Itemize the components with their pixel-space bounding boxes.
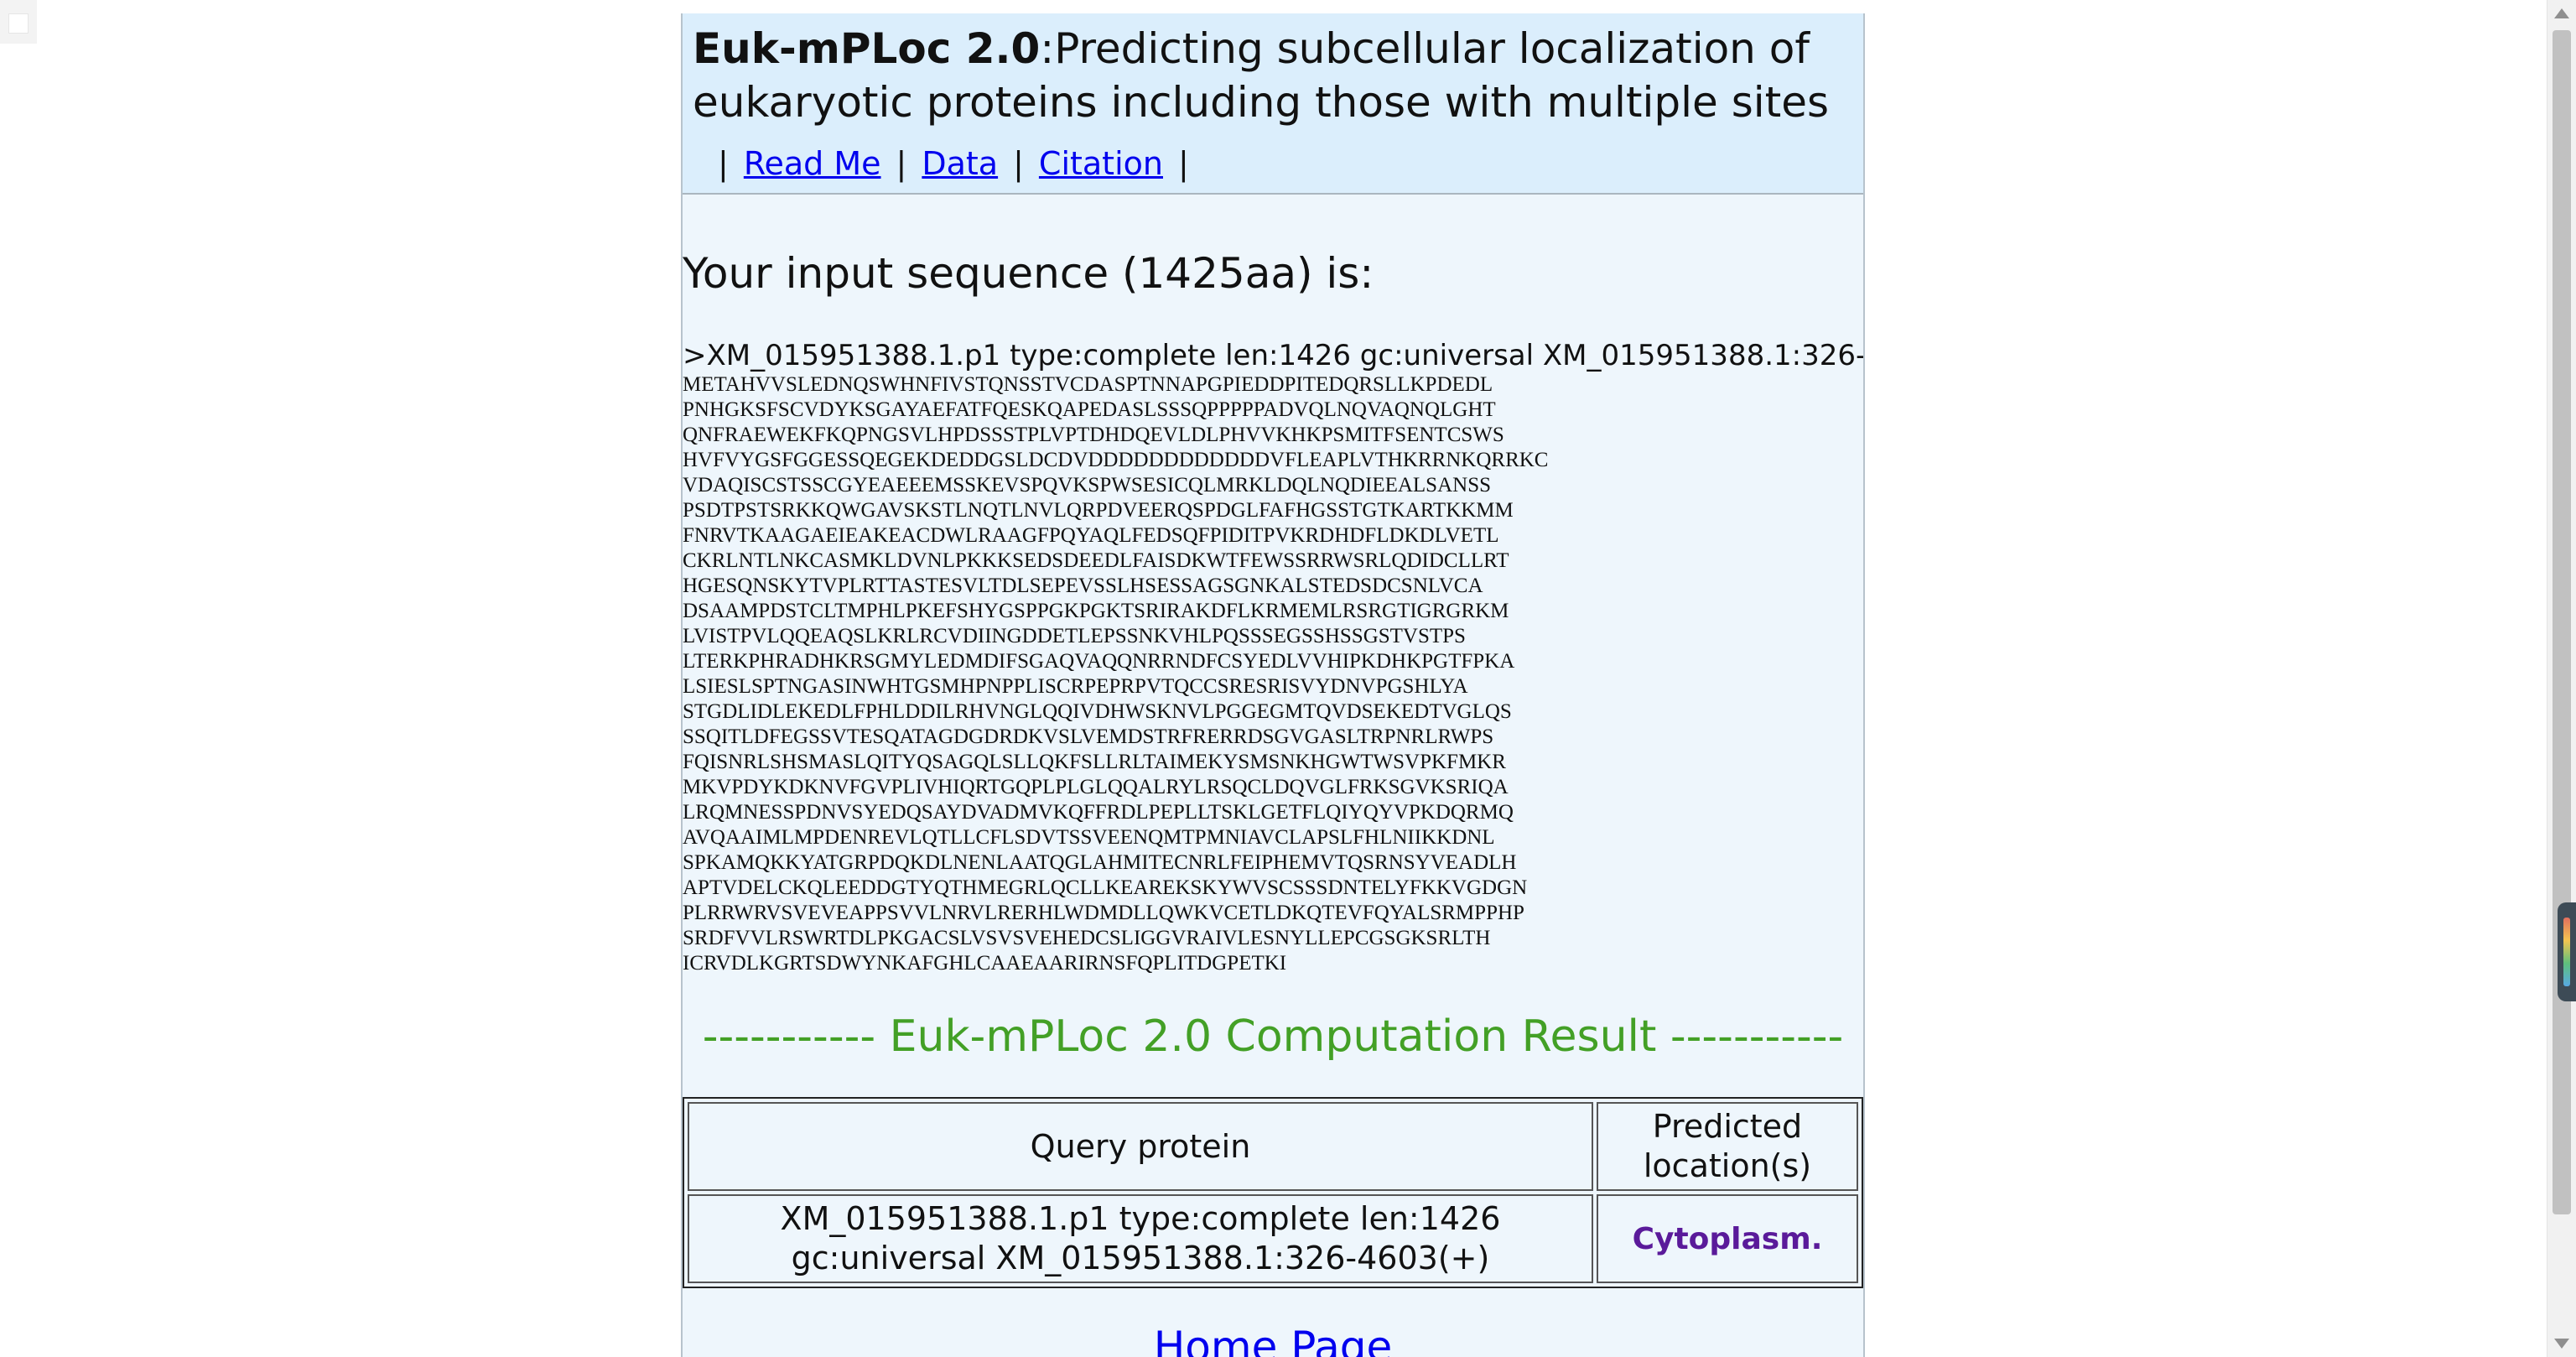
placeholder-icon bbox=[8, 13, 29, 34]
query-protein-header: Query protein bbox=[688, 1102, 1593, 1191]
read-me-link[interactable]: Read Me bbox=[744, 145, 881, 182]
sequence-line: APTVDELCKQLEEDDGTYQTHMEGRLQCLLKEAREKSKYW… bbox=[683, 876, 1528, 899]
sequence-line: VDAQISCSTSSCGYEAEEEMSSKEVSPQVKSPWSESICQL… bbox=[683, 474, 1492, 497]
query-protein-cell: XM_015951388.1.p1 type:complete len:1426… bbox=[688, 1194, 1593, 1283]
sequence-line: SSQITLDFEGSSVTESQATAGDGDRDKVSLVEMDSTRFRE… bbox=[683, 725, 1494, 748]
nav-separator: | bbox=[1177, 145, 1189, 182]
sequence-line: SRDFVVLRSWRTDLPKGACSLVSVSVEHEDCSLIGGVRAI… bbox=[683, 927, 1491, 949]
sequence-line: FQISNRLSHSMASLQITYQSAGQLSLLQKFSLLRLTAIME… bbox=[683, 751, 1506, 773]
sequence-line: LRQMNESSPDNVSYEDQSAYDVADMVKQFFRDLPEPLLTS… bbox=[683, 801, 1514, 824]
sequence-line: STGDLIDLEKEDLFPHLDDILRHVNGLQQIVDHWSKNVLP… bbox=[683, 700, 1512, 723]
color-bar-icon bbox=[2563, 918, 2570, 986]
sequence-line: LTERKPHRADHKRSGMYLEDMDIFSGAQVAQQNRRNDFCS… bbox=[683, 650, 1515, 673]
sequence-line: METAHVVSLEDNQSWHNFIVSTQNSSTVCDASPTNNAPGP… bbox=[683, 373, 1493, 396]
page-header: Euk-mPLoc 2.0:Predicting subcellular loc… bbox=[683, 13, 1863, 195]
page-container: Euk-mPLoc 2.0:Predicting subcellular loc… bbox=[681, 13, 1865, 1357]
home-link-container: Home Page bbox=[683, 1322, 1863, 1357]
scrollbar-thumb[interactable] bbox=[2553, 30, 2571, 1214]
predicted-location-header: Predicted location(s) bbox=[1597, 1102, 1858, 1191]
sequence-line: PLRRWRVSVEVEAPPSVVLNRVLRERHLWDMDLLQWKVCE… bbox=[683, 902, 1524, 924]
brand-name: Euk-mPLoc 2.0 bbox=[693, 24, 1041, 73]
table-row: XM_015951388.1.p1 type:complete len:1426… bbox=[688, 1194, 1858, 1283]
sequence-line: HVFVYGSFGGESSQEGEKDEDDGSLDCDVDDDDDDDDDDD… bbox=[683, 449, 1549, 471]
top-left-placeholder bbox=[0, 0, 37, 44]
data-link[interactable]: Data bbox=[922, 145, 998, 182]
result-table: Query protein Predicted location(s) XM_0… bbox=[683, 1097, 1863, 1288]
nav-separator: | bbox=[896, 145, 907, 182]
sequence-block: METAHVVSLEDNQSWHNFIVSTQNSSTVCDASPTNNAPGP… bbox=[683, 372, 1863, 976]
table-header-row: Query protein Predicted location(s) bbox=[688, 1102, 1858, 1191]
home-page-link[interactable]: Home Page bbox=[1154, 1323, 1393, 1357]
scroll-down-arrow-icon[interactable] bbox=[2554, 1339, 2569, 1349]
sequence-line: LSIESLSPTNGASINWHTGSMHPNPPLISCRPEPRPVTQC… bbox=[683, 675, 1468, 698]
sequence-line: LVISTPVLQQEAQSLKRLRCVDIINGDDETLEPSSNKVHL… bbox=[683, 625, 1466, 647]
result-heading: ----------- Euk-mPLoc 2.0 Computation Re… bbox=[702, 1011, 1844, 1062]
input-sequence-heading: Your input sequence (1425aa) is: bbox=[683, 249, 1374, 298]
scroll-up-arrow-icon[interactable] bbox=[2554, 8, 2569, 18]
fasta-header: >XM_015951388.1.p1 type:complete len:142… bbox=[683, 339, 1865, 372]
side-extension-widget[interactable] bbox=[2558, 902, 2576, 1001]
sequence-line: DSAAMPDSTCLTMPHLPKEFSHYGSPPGKPGKTSRIRAKD… bbox=[683, 600, 1509, 622]
sequence-line: FNRVTKAAGAEIEAKEACDWLRAAGFPQYAQLFEDSQFPI… bbox=[683, 524, 1499, 547]
sequence-line: AVQAAIMLMPDENREVLQTLLCFLSDVTSSVEENQMTPMN… bbox=[683, 826, 1495, 849]
sequence-line: CKRLNTLNKCASMKLDVNLPKKKSEDSDEEDLFAISDKWT… bbox=[683, 549, 1509, 572]
top-nav: | Read Me | Data | Citation | bbox=[693, 139, 1853, 188]
sequence-line: PNHGKSFSCVDYKSGAYAEFATFQESKQAPEDASLSSSQP… bbox=[683, 398, 1496, 421]
citation-link[interactable]: Citation bbox=[1039, 145, 1163, 182]
nav-separator: | bbox=[1013, 145, 1024, 182]
sequence-line: PSDTPSTSRKKQWGAVSKSTLNQTLNVLQRPDVEERQSPD… bbox=[683, 499, 1514, 522]
nav-separator: | bbox=[718, 145, 729, 182]
sequence-line: ICRVDLKGRTSDWYNKAFGHLCAAEAARIRNSFQPLITDG… bbox=[683, 952, 1287, 975]
sequence-line: SPKAMQKKYATGRPDQKDLNENLAATQGLAHMITECNRLF… bbox=[683, 851, 1517, 874]
page-title: Euk-mPLoc 2.0:Predicting subcellular loc… bbox=[693, 22, 1853, 129]
vertical-scrollbar[interactable] bbox=[2547, 0, 2576, 1357]
sequence-line: HGESQNSKYTVPLRTTASTESVLTDLSEPEVSSLHSESSA… bbox=[683, 575, 1483, 597]
sequence-line: MKVPDYKDKNVFGVPLIVHIQRTGQPLPLGLQQALRYLRS… bbox=[683, 776, 1509, 798]
sequence-line: QNFRAEWEKFKQPNGSVLHPDSSSTPLVPTDHDQEVLDLP… bbox=[683, 424, 1504, 446]
predicted-location-cell: Cytoplasm. bbox=[1597, 1194, 1858, 1283]
